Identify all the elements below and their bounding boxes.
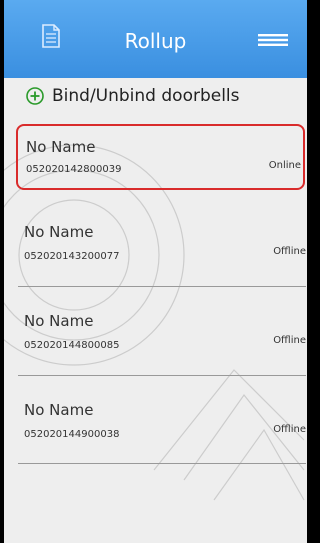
divider — [18, 375, 306, 376]
device-name: No Name — [24, 401, 94, 419]
app-screen: Rollup Bind/Unbind doorbells No Name 052… — [4, 0, 307, 543]
bind-unbind-button[interactable]: Bind/Unbind doorbells — [26, 84, 240, 108]
divider — [18, 286, 306, 287]
device-serial: 052020144900038 — [24, 429, 120, 440]
divider — [18, 463, 306, 464]
device-name: No Name — [24, 223, 94, 241]
bind-unbind-label: Bind/Unbind doorbells — [52, 86, 240, 106]
device-name: No Name — [24, 312, 94, 330]
device-serial: 052020142800039 — [26, 164, 122, 175]
device-status: Offline — [273, 335, 306, 346]
device-name: No Name — [26, 138, 96, 156]
device-item[interactable]: No Name 052020143200077 Offline — [16, 223, 306, 283]
menu-icon[interactable] — [258, 34, 288, 46]
device-item-selected[interactable]: No Name 052020142800039 Online — [16, 124, 305, 190]
device-status: Offline — [273, 246, 306, 257]
device-item[interactable]: No Name 052020144800085 Offline — [16, 312, 306, 372]
device-serial: 052020144800085 — [24, 340, 120, 351]
device-status: Offline — [273, 424, 306, 435]
device-serial: 052020143200077 — [24, 251, 120, 262]
device-status: Online — [268, 160, 301, 171]
app-header: Rollup — [4, 0, 307, 78]
plus-circle-icon — [26, 87, 44, 105]
device-item[interactable]: No Name 052020144900038 Offline — [16, 401, 306, 461]
